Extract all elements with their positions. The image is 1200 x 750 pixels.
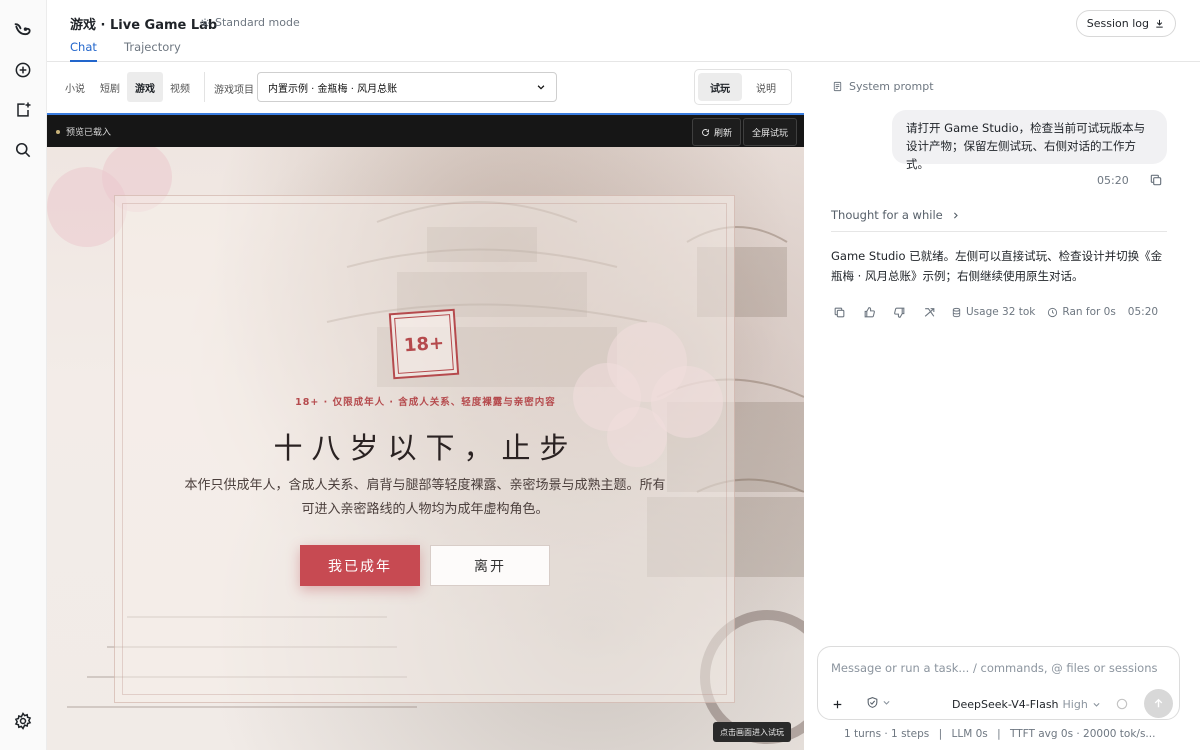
category-novel[interactable]: 小说 — [57, 72, 93, 102]
status-dot — [56, 129, 60, 134]
composer-placeholder[interactable]: Message or run a task... / commands, @ f… — [831, 661, 1158, 675]
user-message-time: 05:20 — [1097, 174, 1129, 187]
system-prompt-label: System prompt — [849, 80, 934, 93]
thumbs-down-button[interactable] — [891, 304, 907, 320]
age-gate-description: 本作只供成年人，含成人关系、肩背与腿部等轻度裸露、亲密场景与成熟主题。所有可进入… — [184, 478, 666, 517]
plus-icon — [833, 700, 841, 708]
chevron-right-icon — [953, 211, 958, 219]
arrow-up-icon — [1154, 698, 1163, 708]
turns-stat: 1 turns · 1 steps — [844, 728, 930, 740]
logo-icon[interactable] — [12, 19, 34, 41]
project-selected-value: 内置示例 · 金瓶梅 · 风月总账 — [268, 83, 398, 95]
send-button[interactable] — [1144, 689, 1173, 718]
preview-status-label: 预览已载入 — [66, 128, 112, 138]
search-icon[interactable] — [12, 139, 34, 161]
new-file-icon[interactable] — [12, 99, 34, 121]
thumbs-up-button[interactable] — [861, 304, 877, 320]
preview-bar: 预览已载入 刷新 全屏试玩 — [47, 113, 804, 147]
model-selector[interactable]: DeepSeek-V4-Flash High — [952, 698, 1101, 711]
tools-dropdown[interactable] — [866, 696, 891, 709]
loading-icon — [1116, 698, 1128, 710]
chat-pane: System prompt 请打开 Game Studio，检查当前可试玩版本与… — [805, 62, 1200, 750]
tab-trajectory[interactable]: Trajectory — [124, 40, 181, 54]
category-short-drama[interactable]: 短剧 — [92, 72, 128, 102]
mode-indicator[interactable]: Standard mode — [199, 16, 300, 29]
mode-info-button[interactable]: 说明 — [744, 73, 788, 101]
chevron-down-icon — [1093, 702, 1100, 707]
usage-info: Usage 32 tok — [951, 306, 1035, 318]
session-log-label: Session log — [1086, 17, 1149, 30]
assistant-message-time: 05:20 — [1127, 306, 1159, 318]
category-video[interactable]: 视频 — [162, 72, 198, 102]
usage-label: Usage 32 tok — [966, 306, 1036, 318]
shield-check-icon — [867, 697, 878, 708]
message-composer[interactable]: Message or run a task... / commands, @ f… — [817, 646, 1180, 720]
left-rail — [0, 0, 47, 750]
chevron-down-icon — [883, 700, 890, 705]
refresh-label: 刷新 — [714, 128, 733, 139]
mode-label: Standard mode — [215, 16, 300, 29]
thumbs-up-icon — [864, 306, 875, 317]
content-warning: 18+ · 仅限成年人 · 含成人关系、轻度裸露与亲密内容 — [295, 397, 556, 408]
leave-button[interactable]: 离开 — [430, 545, 550, 586]
preview-status: 预览已载入 — [56, 125, 111, 138]
age-badge: 18+ — [388, 308, 460, 380]
runtime-info: Ran for 0s — [1047, 306, 1116, 318]
gear-icon — [200, 18, 210, 27]
clock-icon — [1048, 307, 1058, 317]
divider — [204, 72, 205, 102]
document-icon — [833, 81, 842, 92]
copy-icon[interactable] — [1149, 173, 1163, 187]
chevron-down-icon — [537, 85, 545, 90]
age-badge-text: 18+ — [403, 332, 445, 356]
system-prompt-toggle[interactable]: System prompt — [832, 80, 934, 93]
thumbs-down-icon — [893, 307, 904, 318]
model-name: DeepSeek-V4-Flash — [952, 698, 1059, 711]
session-log-button[interactable]: Session log — [1075, 10, 1176, 37]
message-actions: Usage 32 tok Ran for 0s 05:20 — [831, 304, 1158, 320]
game-stage[interactable]: 18+ 18+ · 仅限成年人 · 含成人关系、轻度裸露与亲密内容 十八岁以下，… — [47, 147, 804, 750]
fullscreen-button[interactable]: 全屏试玩 — [743, 118, 798, 146]
thought-label: Thought for a while — [831, 208, 943, 222]
project-label: 游戏项目 — [214, 85, 254, 96]
settings-icon[interactable] — [12, 710, 34, 732]
project-select[interactable]: 内置示例 · 金瓶梅 · 风月总账 — [257, 72, 557, 102]
branch-icon — [924, 307, 934, 317]
stat-separator: | — [997, 728, 1001, 740]
page-title: 游戏 · Live Game Lab — [70, 18, 218, 33]
new-chat-icon[interactable] — [12, 59, 34, 81]
refresh-icon — [702, 128, 709, 136]
runtime-label: Ran for 0s — [1062, 306, 1116, 318]
copy-message-button[interactable] — [831, 304, 847, 320]
database-icon — [952, 307, 961, 317]
refresh-button[interactable]: 刷新 — [692, 118, 742, 146]
mode-play-button[interactable]: 试玩 — [698, 73, 742, 101]
user-message: 请打开 Game Studio，检查当前可试玩版本与设计产物；保留左侧试玩、右侧… — [892, 110, 1167, 171]
add-attachment-button[interactable] — [826, 693, 848, 715]
stat-separator: | — [938, 728, 943, 740]
assistant-message: Game Studio 已就绪。左侧可以直接试玩、检查设计并切换《金瓶梅 · 风… — [831, 249, 1163, 283]
category-game[interactable]: 游戏 — [127, 72, 163, 102]
copy-icon — [834, 307, 844, 317]
divider — [831, 231, 1167, 232]
model-level: High — [1062, 698, 1088, 711]
age-gate-headline: 十八岁以下，止步 — [273, 431, 578, 465]
ttft-stat: TTFT avg 0s · 20000 tok/s... — [1009, 728, 1156, 740]
mode-toggle: 试玩 说明 — [694, 69, 792, 105]
branch-button[interactable] — [921, 304, 937, 320]
llm-stat: LLM 0s — [951, 728, 988, 740]
top-header: 游戏 · Live Game Lab Standard mode Chat Tr… — [47, 0, 1200, 62]
enter-hint-tooltip: 点击画面进入试玩 — [713, 722, 791, 742]
download-icon — [1156, 19, 1163, 28]
session-stats: 1 turns · 1 steps | LLM 0s | TTFT avg 0s… — [844, 728, 1161, 740]
game-toolbar: 小说 短剧 游戏 视频 游戏项目 内置示例 · 金瓶梅 · 风月总账 试玩 说明 — [47, 62, 804, 113]
thought-toggle[interactable]: Thought for a while — [831, 208, 960, 222]
game-pane: 小说 短剧 游戏 视频 游戏项目 内置示例 · 金瓶梅 · 风月总账 试玩 说明… — [47, 62, 804, 750]
tab-chat[interactable]: Chat — [70, 40, 97, 62]
confirm-adult-button[interactable]: 我已成年 — [300, 545, 420, 586]
